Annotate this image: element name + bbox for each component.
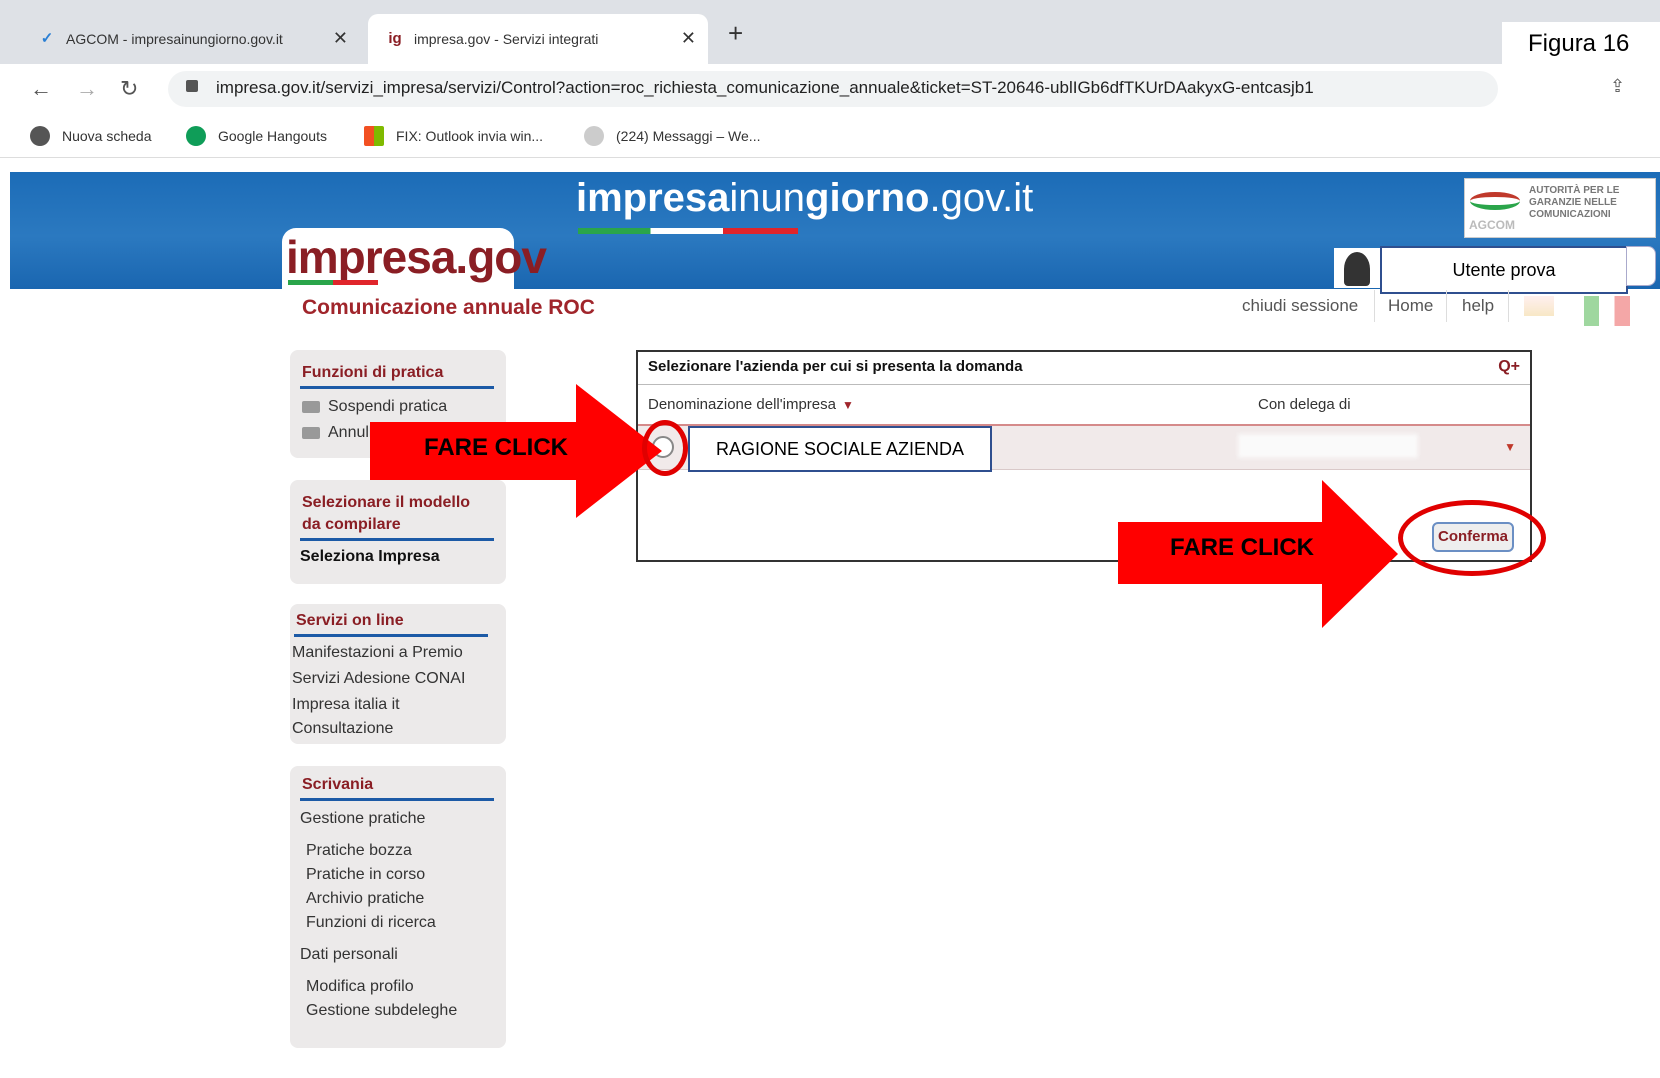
- sidebar-scrivania: Scrivania Gestione pratiche Pratiche boz…: [290, 766, 506, 1048]
- figure-label: Figura 16: [1502, 22, 1660, 68]
- user-name: Utente prova: [1380, 246, 1628, 294]
- sidebar-item-funzioni-ricerca[interactable]: Funzioni di ricerca: [306, 914, 436, 932]
- annotation-label: FARE CLICK: [1170, 534, 1314, 561]
- messenger-icon: [584, 126, 604, 146]
- sidebar-item-pratiche-bozza[interactable]: Pratiche bozza: [306, 842, 412, 860]
- user-avatar-icon: [1334, 248, 1380, 288]
- panel-title: Selezionare l'azienda per cui si present…: [648, 358, 1023, 375]
- italian-flag-icon[interactable]: [1584, 296, 1630, 326]
- sidebar-item-archivio-pratiche[interactable]: Archivio pratiche: [306, 890, 424, 908]
- bookmark-label: Google Hangouts: [218, 128, 327, 144]
- browser-tab-agcom[interactable]: ✓ AGCOM - impresainungiorno.gov.it ✕: [20, 14, 360, 64]
- sidebar-item-impresa-italia[interactable]: Impresa italia it: [292, 696, 400, 714]
- sidebar-section-title: Servizi on line: [296, 612, 404, 629]
- url-input[interactable]: impresa.gov.it/servizi_impresa/servizi/C…: [168, 71, 1498, 107]
- bookmark-label: (224) Messaggi – We...: [616, 128, 761, 144]
- back-arrow-icon[interactable]: ←: [30, 76, 52, 102]
- close-tab-icon[interactable]: ✕: [681, 28, 696, 49]
- divider: [1508, 290, 1509, 322]
- bookmark-label: FIX: Outlook invia win...: [396, 128, 544, 144]
- new-tab-icon[interactable]: +: [728, 18, 743, 49]
- column-header-delega: Con delega di: [1258, 396, 1351, 413]
- agcom-favicon-icon: ✓: [40, 30, 54, 47]
- sidebar-section-title: Scrivania: [302, 776, 374, 793]
- zoom-in-icon[interactable]: Q+: [1498, 358, 1520, 376]
- agcom-swoosh-icon: [1470, 192, 1520, 210]
- sidebar-servizi-online: Servizi on line Manifestazioni a Premio …: [290, 604, 506, 744]
- hangouts-icon: [186, 126, 206, 146]
- close-tab-icon[interactable]: ✕: [333, 28, 348, 49]
- row-caret-icon[interactable]: ▼: [1504, 440, 1516, 454]
- lock-icon[interactable]: [186, 80, 198, 92]
- bookmark-fix-outlook[interactable]: FIX: Outlook invia win...: [364, 126, 543, 146]
- address-bar-row: ← → ↻ impresa.gov.it/servizi_impresa/ser…: [0, 64, 1660, 114]
- sidebar-item-dati-personali[interactable]: Dati personali: [300, 946, 398, 964]
- forward-arrow-icon[interactable]: →: [76, 76, 98, 102]
- table-row[interactable]: RAGIONE SOCIALE AZIENDA ▼: [638, 424, 1530, 472]
- divider: [1446, 290, 1447, 322]
- sidebar-item-manifestazioni[interactable]: Manifestazioni a Premio: [292, 644, 463, 662]
- bookmark-messaggi[interactable]: (224) Messaggi – We...: [584, 126, 760, 146]
- italian-flag-underline: [578, 228, 798, 234]
- site-title[interactable]: impresainungiorno.gov.it: [576, 176, 1033, 221]
- user-box-tail: [1626, 246, 1656, 286]
- annotation-label: FARE CLICK: [424, 434, 568, 461]
- home-link[interactable]: Home: [1388, 296, 1433, 316]
- globe-icon: [30, 126, 50, 146]
- reload-icon[interactable]: ↻: [120, 76, 138, 102]
- sidebar-item-consultazione[interactable]: Consultazione: [292, 720, 393, 738]
- section-rule: [294, 634, 488, 637]
- bookmark-google-hangouts[interactable]: Google Hangouts: [186, 126, 327, 146]
- radio-highlight-ring: [642, 420, 688, 476]
- page-title: Comunicazione annuale ROC: [302, 296, 595, 319]
- sidebar-item-conai[interactable]: Servizi Adesione CONAI: [292, 670, 465, 688]
- folder-icon: [302, 400, 320, 413]
- folder-icon: [302, 426, 320, 439]
- sidebar-section-title: Funzioni di pratica: [302, 364, 444, 381]
- browser-tab-impresa[interactable]: ig impresa.gov - Servizi integrati ✕: [368, 14, 708, 64]
- sidebar-item-modifica-profilo[interactable]: Modifica profilo: [306, 978, 414, 996]
- bookmark-label: Nuova scheda: [62, 128, 152, 144]
- bookmark-nuova-scheda[interactable]: Nuova scheda: [30, 126, 152, 146]
- german-flag-icon[interactable]: [1524, 296, 1554, 316]
- divider: [638, 384, 1530, 385]
- logout-link[interactable]: chiudi sessione: [1242, 296, 1358, 316]
- conferma-highlight-ring: [1398, 500, 1546, 576]
- sort-down-icon: ▼: [841, 398, 854, 412]
- divider: [1374, 290, 1375, 322]
- sidebar-item-pratiche-in-corso[interactable]: Pratiche in corso: [306, 866, 425, 884]
- help-link[interactable]: help: [1462, 296, 1494, 316]
- logo-underline: [288, 280, 378, 285]
- section-rule: [300, 538, 494, 541]
- delega-value-redacted: [1238, 434, 1418, 458]
- sidebar-item-gestione-subdeleghe[interactable]: Gestione subdeleghe: [306, 1002, 457, 1020]
- impresa-gov-logo[interactable]: impresa.gov: [286, 230, 547, 284]
- sidebar-item-seleziona-impresa[interactable]: Seleziona Impresa: [300, 548, 440, 566]
- bookmarks-bar: Nuova scheda Google Hangouts FIX: Outloo…: [0, 114, 1660, 158]
- sidebar-item-gestione-pratiche[interactable]: Gestione pratiche: [300, 810, 425, 828]
- azienda-name: RAGIONE SOCIALE AZIENDA: [688, 426, 992, 472]
- tab-label: AGCOM - impresainungiorno.gov.it: [66, 31, 283, 47]
- browser-tab-bar: ✓ AGCOM - impresainungiorno.gov.it ✕ ig …: [0, 0, 1660, 64]
- tab-label: impresa.gov - Servizi integrati: [414, 31, 599, 47]
- share-icon[interactable]: ⇪: [1610, 76, 1625, 97]
- impresa-gov-favicon-icon: ig: [388, 30, 402, 47]
- column-header-denominazione[interactable]: Denominazione dell'impresa ▼: [648, 396, 854, 413]
- microsoft-icon: [364, 126, 384, 146]
- section-rule: [300, 798, 494, 801]
